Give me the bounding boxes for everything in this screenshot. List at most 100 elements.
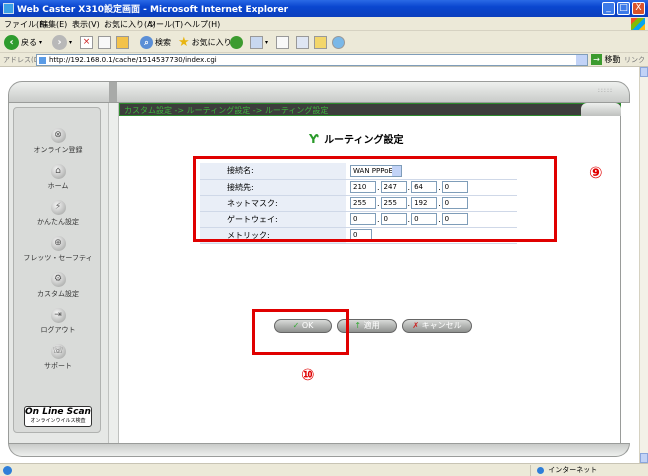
mail-icon xyxy=(250,35,263,49)
online-registration-icon: ⊗ xyxy=(50,128,66,143)
edit-button[interactable] xyxy=(296,34,309,50)
back-label: 戻る xyxy=(21,37,37,47)
sidebar-item-logout[interactable]: ⇥ ログアウト xyxy=(14,308,102,335)
support-icon: ☏ xyxy=(50,344,66,359)
security-zone-label: インターネット xyxy=(548,466,598,474)
vertical-scrollbar[interactable] xyxy=(639,67,648,463)
apply-arrow-icon: ↑ xyxy=(354,321,362,330)
cancel-x-icon: ✗ xyxy=(412,321,420,330)
stop-button[interactable]: × xyxy=(80,34,93,50)
annotation-form-highlight xyxy=(193,156,557,242)
minimize-button[interactable]: _ xyxy=(602,2,615,15)
search-button[interactable]: ⌕ 検索 xyxy=(140,34,171,50)
easy-setup-icon: ⚡ xyxy=(50,200,66,215)
edit-icon xyxy=(296,35,309,49)
search-label: 検索 xyxy=(155,37,171,47)
close-button[interactable]: X xyxy=(632,2,645,15)
print-icon xyxy=(276,35,289,49)
sidebar-item-label: オンライン登録 xyxy=(33,146,83,154)
favorites-label: お気に入り xyxy=(191,37,232,47)
frame-tab-decoration xyxy=(581,103,621,116)
sidebar-item-label: カスタム設定 xyxy=(37,290,79,298)
online-scan-title: On Line Scan xyxy=(25,407,91,417)
annotation-marker-10: ⑩ xyxy=(301,365,315,384)
menu-bar: ファイル(F) 編集(E) 表示(V) お気に入り(A) ツール(T) ヘルプ(… xyxy=(0,17,648,31)
address-url: http://192.168.0.1/cache/1514537730/inde… xyxy=(49,56,217,64)
mail-dropdown-icon: ▾ xyxy=(265,38,269,46)
annotation-ok-highlight xyxy=(252,309,349,355)
forward-button[interactable]: › ▾ xyxy=(52,34,72,50)
browser-home-icon xyxy=(116,35,129,49)
messenger-icon xyxy=(332,35,345,49)
router-frame-bottom xyxy=(8,443,630,457)
home-button[interactable] xyxy=(116,34,129,50)
sidebar-item-label: ホーム xyxy=(47,182,69,190)
scroll-up-icon[interactable] xyxy=(640,67,648,77)
refresh-button[interactable] xyxy=(98,34,111,50)
folder-button[interactable] xyxy=(314,34,327,50)
search-icon: ⌕ xyxy=(140,35,153,49)
frame-separator xyxy=(108,103,119,443)
scroll-down-icon[interactable] xyxy=(640,453,648,463)
router-sidebar: ⊗ オンライン登録 ⌂ ホーム ⚡ かんたん設定 ⊕ フレッツ・セーフティ ⚙ … xyxy=(8,103,108,443)
home-icon: ⌂ xyxy=(50,164,66,179)
sidebar-item-home[interactable]: ⌂ ホーム xyxy=(14,164,102,191)
frame-dots-decoration: ::::: xyxy=(597,87,613,94)
address-dropdown-icon[interactable] xyxy=(576,55,587,65)
router-frame-top: ::::: xyxy=(8,81,630,103)
messenger-button[interactable] xyxy=(332,34,345,50)
window-title-bar: Web Caster X310設定画面 - Microsoft Internet… xyxy=(0,0,648,17)
menu-help[interactable]: ヘルプ(H) xyxy=(184,19,220,30)
sidebar-item-custom-settings[interactable]: ⚙ カスタム設定 xyxy=(14,272,102,299)
menu-tools[interactable]: ツール(T) xyxy=(148,19,183,30)
links-button[interactable]: リンク xyxy=(624,55,645,65)
sidebar-item-easy-setup[interactable]: ⚡ かんたん設定 xyxy=(14,200,102,227)
breadcrumb: カスタム設定 -> ルーティング設定 -> ルーティング設定 xyxy=(119,103,621,116)
history-button[interactable] xyxy=(230,34,243,50)
main-content: カスタム設定 -> ルーティング設定 -> ルーティング設定 Ƴ ルーティング設… xyxy=(119,103,621,443)
breadcrumb-text: カスタム設定 -> ルーティング設定 -> ルーティング設定 xyxy=(124,106,329,115)
page-viewport: ::::: ⊗ オンライン登録 ⌂ ホーム ⚡ かんたん設定 ⊕ フレッツ・セー… xyxy=(0,67,639,463)
mail-button[interactable]: ▾ xyxy=(250,34,268,50)
sidebar-item-label: ログアウト xyxy=(40,326,76,334)
frame-notch xyxy=(109,82,117,102)
online-scan-button[interactable]: On Line Scan オンラインウイルス検査 xyxy=(24,406,92,427)
refresh-icon xyxy=(98,35,111,49)
custom-settings-icon: ⚙ xyxy=(50,272,66,287)
forward-arrow-icon: › xyxy=(52,34,67,50)
favorites-star-icon: ★ xyxy=(178,34,190,50)
status-bar: インターネット xyxy=(0,463,648,476)
print-button[interactable] xyxy=(276,34,289,50)
back-dropdown-icon: ▾ xyxy=(39,38,43,46)
back-button[interactable]: ‹ 戻る ▾ xyxy=(4,34,42,50)
apply-label: 適用 xyxy=(363,321,380,330)
go-label: 移動 xyxy=(604,55,621,64)
sidebar-panel: ⊗ オンライン登録 ⌂ ホーム ⚡ かんたん設定 ⊕ フレッツ・セーフティ ⚙ … xyxy=(13,107,101,433)
cancel-label: キャンセル xyxy=(421,321,462,330)
favorites-button[interactable]: ★ お気に入り xyxy=(178,34,232,50)
history-icon xyxy=(230,35,243,49)
cancel-button[interactable]: ✗ キャンセル xyxy=(402,319,472,333)
routing-icon: Ƴ xyxy=(309,132,319,146)
stop-icon: × xyxy=(80,35,93,49)
folder-icon xyxy=(314,35,327,49)
globe-icon xyxy=(537,466,544,474)
online-scan-subtitle: オンラインウイルス検査 xyxy=(30,418,86,424)
go-button[interactable]: → 移動 xyxy=(591,54,621,65)
sidebar-item-support[interactable]: ☏ サポート xyxy=(14,344,102,371)
window-title: Web Caster X310設定画面 - Microsoft Internet… xyxy=(17,5,289,15)
menu-edit[interactable]: 編集(E) xyxy=(40,19,67,30)
page-title-text: ルーティング設定 xyxy=(324,135,404,146)
address-input[interactable]: http://192.168.0.1/cache/1514537730/inde… xyxy=(36,54,588,66)
flets-safety-icon: ⊕ xyxy=(50,236,66,251)
sidebar-item-label: かんたん設定 xyxy=(37,218,79,226)
forward-dropdown-icon: ▾ xyxy=(69,38,73,46)
sidebar-item-flets-safety[interactable]: ⊕ フレッツ・セーフティ xyxy=(14,236,102,263)
menu-view[interactable]: 表示(V) xyxy=(72,19,100,30)
sidebar-item-online-registration[interactable]: ⊗ オンライン登録 xyxy=(14,128,102,155)
maximize-button[interactable]: □ xyxy=(617,2,630,15)
annotation-marker-9: ⑨ xyxy=(589,163,603,182)
back-arrow-icon: ‹ xyxy=(4,34,19,50)
sidebar-item-label: サポート xyxy=(44,362,72,370)
ie-app-icon xyxy=(3,3,14,14)
